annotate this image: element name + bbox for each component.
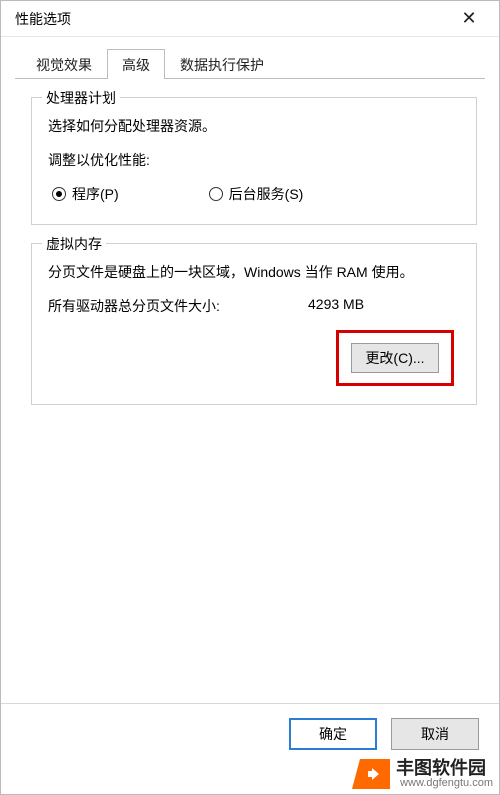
vm-total-row: 所有驱动器总分页文件大小: 4293 MB: [48, 296, 460, 316]
tab-content-advanced: 处理器计划 选择如何分配处理器资源。 调整以优化性能: 程序(P) 后台服务(S…: [1, 79, 499, 433]
watermark-name: 丰图软件园: [396, 759, 493, 778]
radio-circle-icon: [209, 187, 223, 201]
vm-total-value: 4293 MB: [308, 296, 460, 316]
virtual-memory-group: 虚拟内存 分页文件是硬盘上的一块区域，Windows 当作 RAM 使用。 所有…: [31, 243, 477, 405]
radio-circle-icon: [52, 187, 66, 201]
tab-dep[interactable]: 数据执行保护: [165, 49, 279, 79]
processor-scheduling-desc: 选择如何分配处理器资源。: [48, 116, 460, 136]
window-title: 性能选项: [15, 9, 447, 29]
watermark-logo-icon: [360, 759, 390, 789]
adjust-best-performance-label: 调整以优化性能:: [48, 150, 460, 170]
watermark-url: www.dgfengtu.com: [400, 778, 493, 790]
tabs-container: 视觉效果 高级 数据执行保护: [1, 37, 499, 79]
radio-row: 程序(P) 后台服务(S): [48, 180, 460, 208]
radio-programs-label: 程序(P): [72, 184, 119, 204]
ok-button[interactable]: 确定: [289, 718, 377, 750]
cancel-button[interactable]: 取消: [391, 718, 479, 750]
radio-programs[interactable]: 程序(P): [52, 184, 119, 204]
vm-change-button[interactable]: 更改(C)...: [351, 343, 439, 373]
processor-scheduling-group: 处理器计划 选择如何分配处理器资源。 调整以优化性能: 程序(P) 后台服务(S…: [31, 97, 477, 225]
virtual-memory-desc: 分页文件是硬盘上的一块区域，Windows 当作 RAM 使用。: [48, 262, 460, 282]
radio-background-services[interactable]: 后台服务(S): [209, 184, 304, 204]
watermark-text: 丰图软件园 www.dgfengtu.com: [396, 759, 493, 789]
watermark: 丰图软件园 www.dgfengtu.com: [360, 754, 499, 794]
play-arrow-icon: [372, 768, 379, 780]
close-icon: ✕: [461, 8, 476, 29]
dialog-footer: 确定 取消: [1, 703, 499, 750]
radio-background-label: 后台服务(S): [229, 184, 304, 204]
tab-advanced[interactable]: 高级: [107, 49, 165, 79]
tab-strip: 视觉效果 高级 数据执行保护: [15, 49, 485, 79]
tab-visual-effects[interactable]: 视觉效果: [21, 49, 107, 79]
vm-total-label: 所有驱动器总分页文件大小:: [48, 296, 308, 316]
virtual-memory-title: 虚拟内存: [42, 234, 106, 254]
close-button[interactable]: ✕: [447, 3, 491, 35]
vm-change-highlight: 更改(C)...: [336, 330, 454, 386]
performance-options-window: 性能选项 ✕ 视觉效果 高级 数据执行保护 处理器计划 选择如何分配处理器资源。…: [0, 0, 500, 795]
vm-change-wrap: 更改(C)...: [48, 322, 460, 388]
processor-scheduling-title: 处理器计划: [42, 88, 120, 108]
titlebar: 性能选项 ✕: [1, 1, 499, 37]
